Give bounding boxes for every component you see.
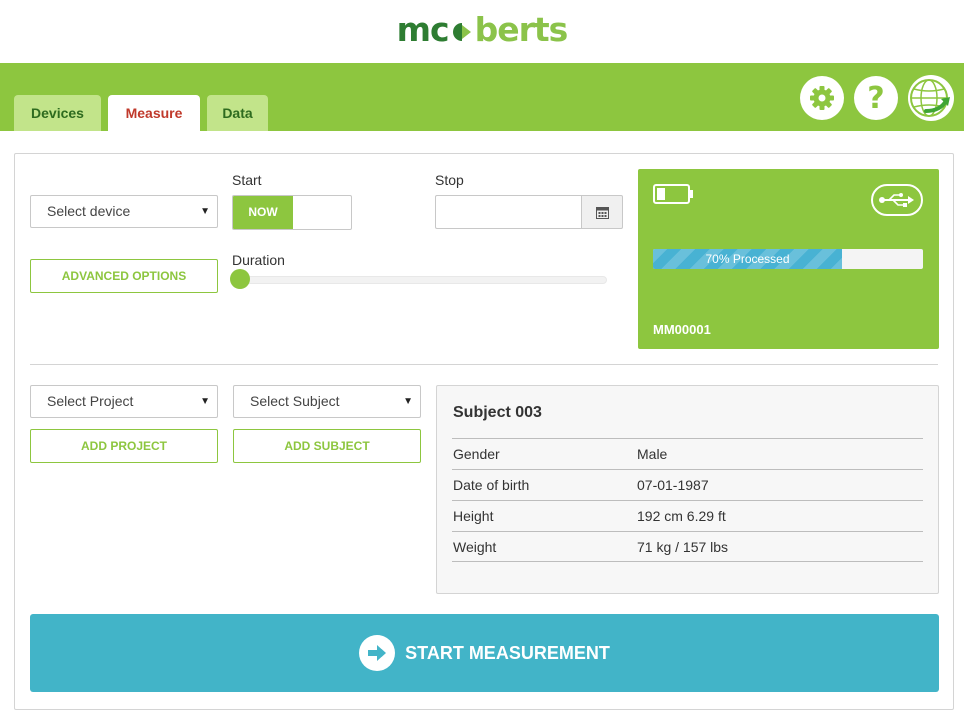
duration-slider-track[interactable] bbox=[241, 276, 607, 284]
chevron-down-icon: ▼ bbox=[200, 206, 210, 217]
chevron-down-icon: ▼ bbox=[200, 396, 210, 407]
table-row: Height 192 cm 6.29 ft bbox=[452, 500, 923, 531]
calendar-icon bbox=[595, 206, 609, 219]
project-select[interactable]: Select Project ▼ bbox=[30, 385, 218, 418]
advanced-options-button[interactable]: ADVANCED OPTIONS bbox=[30, 259, 218, 293]
help-button[interactable]: ? bbox=[854, 76, 898, 120]
device-card: 70% Processed MM00001 bbox=[638, 169, 939, 349]
start-measurement-label: START MEASUREMENT bbox=[405, 642, 610, 663]
start-now-toggle[interactable]: NOW bbox=[232, 195, 352, 230]
progress-text: 70% Processed bbox=[705, 252, 790, 266]
subject-select[interactable]: Select Subject ▼ bbox=[233, 385, 421, 418]
calendar-button[interactable] bbox=[581, 195, 623, 229]
logo-text-part1: mc bbox=[396, 10, 450, 49]
subject-select-value: Select Subject bbox=[250, 393, 340, 409]
duration-label: Duration bbox=[232, 252, 285, 268]
stop-label: Stop bbox=[435, 172, 464, 188]
section-divider bbox=[30, 364, 938, 365]
help-icon: ? bbox=[867, 80, 885, 116]
brand-logo: mc berts bbox=[0, 10, 964, 50]
row-key: Date of birth bbox=[453, 477, 530, 493]
toggle-on-label: NOW bbox=[233, 196, 293, 229]
battery-icon bbox=[653, 184, 693, 204]
settings-button[interactable] bbox=[800, 76, 844, 120]
subject-card: Subject 003 Gender Male Date of birth 07… bbox=[436, 385, 939, 594]
usb-button[interactable] bbox=[871, 184, 923, 216]
device-select-value: Select device bbox=[47, 203, 131, 219]
row-value: 192 cm 6.29 ft bbox=[637, 508, 726, 524]
start-label: Start bbox=[232, 172, 262, 188]
add-subject-button[interactable]: ADD SUBJECT bbox=[233, 429, 421, 463]
device-select[interactable]: Select device ▼ bbox=[30, 195, 218, 228]
duration-slider-thumb[interactable] bbox=[230, 269, 250, 289]
tab-data[interactable]: Data bbox=[207, 95, 268, 131]
table-row: Weight 71 kg / 157 lbs bbox=[452, 531, 923, 562]
subject-details-table: Gender Male Date of birth 07-01-1987 Hei… bbox=[452, 438, 923, 562]
project-select-value: Select Project bbox=[47, 393, 134, 409]
globe-button[interactable] bbox=[908, 75, 954, 121]
measure-panel: Select device ▼ Start NOW Stop ADVANCED … bbox=[14, 153, 954, 710]
table-row: Gender Male bbox=[452, 438, 923, 469]
stop-date-input[interactable] bbox=[435, 195, 583, 229]
globe-icon bbox=[910, 79, 950, 117]
row-value: 71 kg / 157 lbs bbox=[637, 539, 729, 555]
logo-text-part2: berts bbox=[474, 10, 569, 49]
tab-devices[interactable]: Devices bbox=[14, 95, 101, 131]
add-project-button[interactable]: ADD PROJECT bbox=[30, 429, 218, 463]
tab-measure[interactable]: Measure bbox=[108, 95, 200, 131]
row-key: Height bbox=[453, 508, 494, 524]
row-value: 07-01-1987 bbox=[637, 477, 709, 493]
chevron-down-icon: ▼ bbox=[403, 396, 413, 407]
processing-progress-bar: 70% Processed bbox=[653, 249, 923, 269]
start-measurement-button[interactable]: START MEASUREMENT bbox=[30, 614, 939, 692]
table-row: Date of birth 07-01-1987 bbox=[452, 469, 923, 500]
row-key: Weight bbox=[453, 539, 497, 555]
gear-icon bbox=[810, 86, 834, 110]
arrow-right-icon bbox=[359, 635, 396, 671]
device-id: MM00001 bbox=[653, 322, 711, 337]
usb-icon bbox=[879, 193, 914, 207]
row-value: Male bbox=[637, 446, 668, 462]
subject-title: Subject 003 bbox=[453, 404, 542, 421]
nav-bar: Devices Measure Data ? bbox=[0, 63, 964, 131]
logo-mark-icon bbox=[452, 23, 471, 41]
row-key: Gender bbox=[453, 446, 500, 462]
